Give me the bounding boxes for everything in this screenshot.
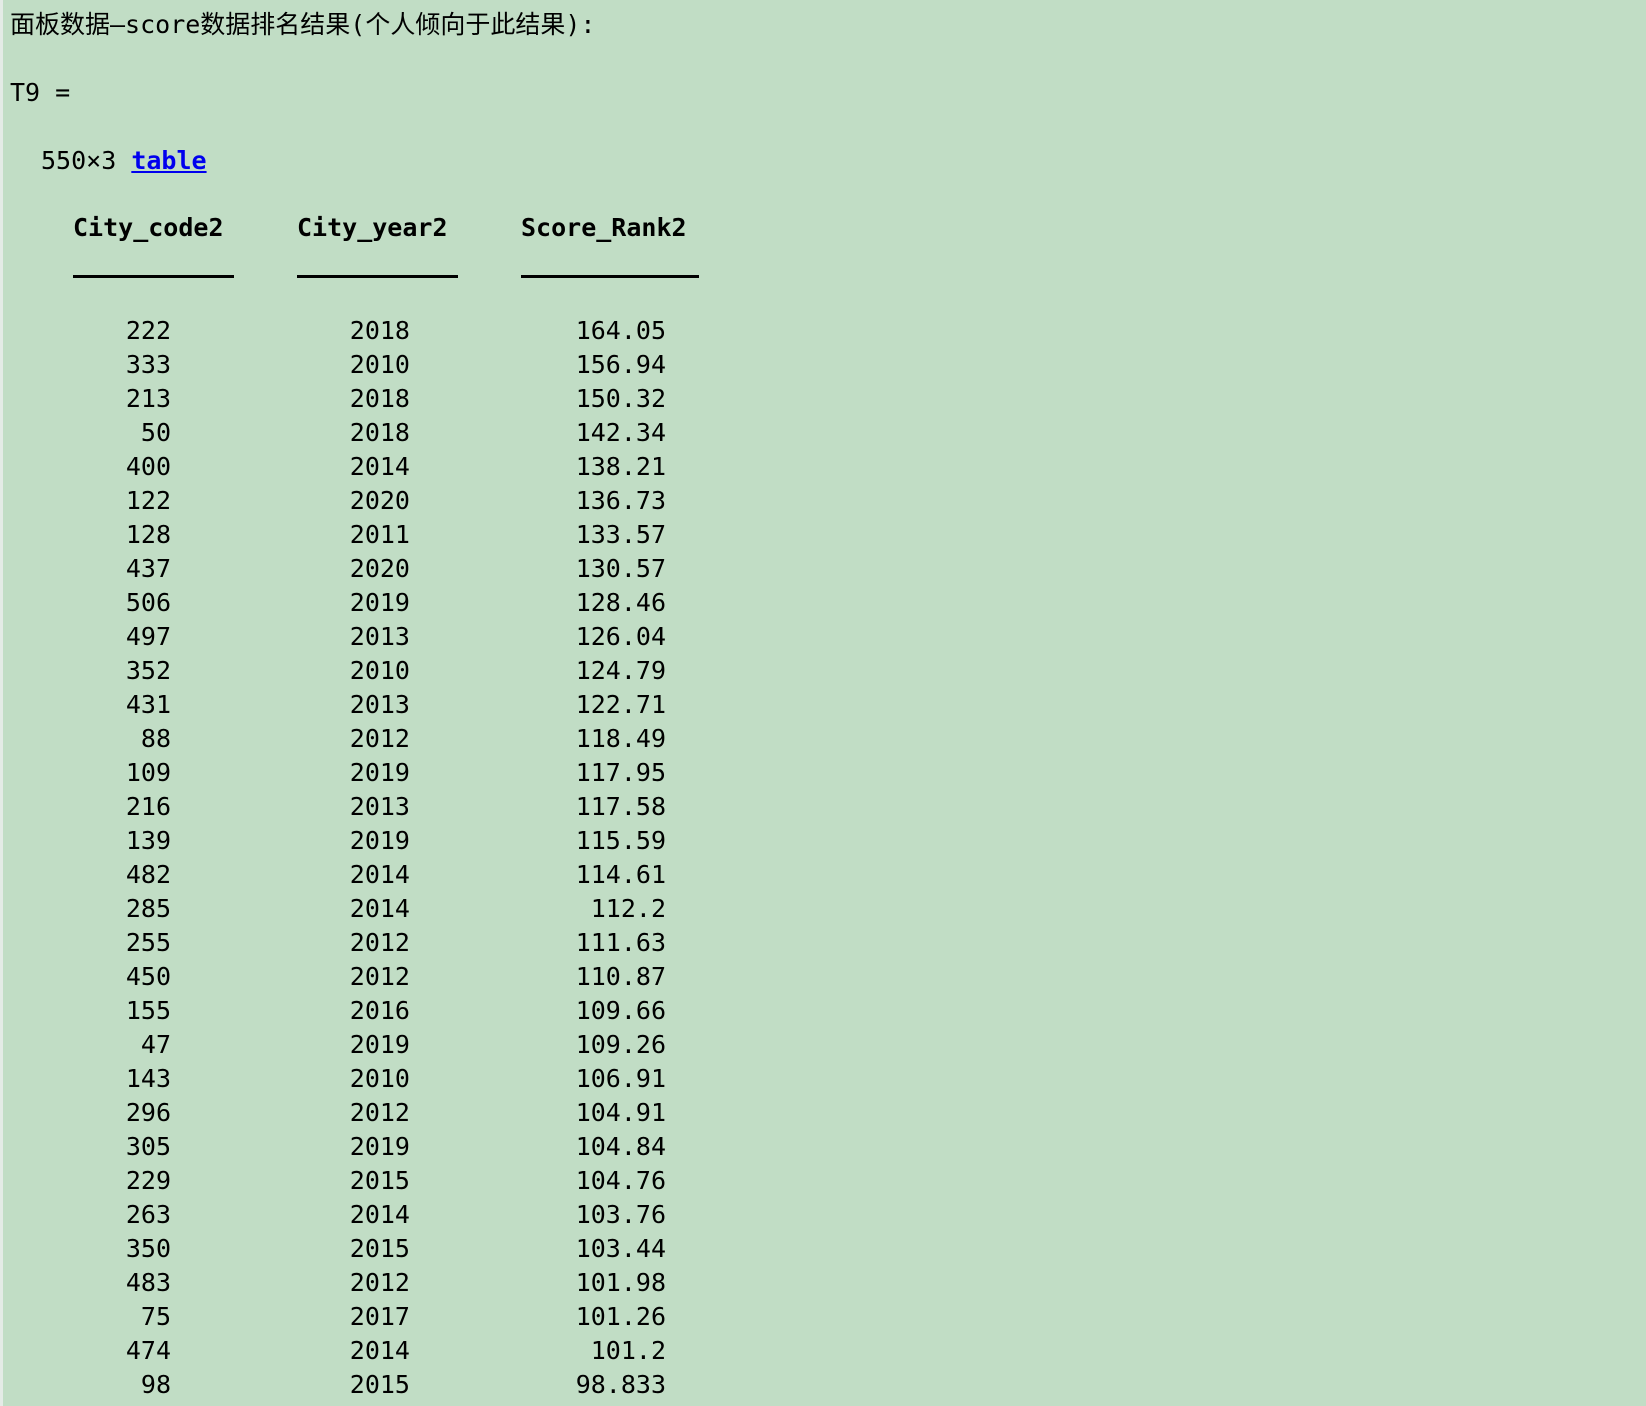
cell-score-rank: 103.76 [575, 1200, 666, 1229]
cell-score-rank: 103.44 [575, 1234, 666, 1263]
cell-score-rank: 104.76 [575, 1166, 666, 1195]
cell-score-rank: 138.21 [575, 452, 666, 481]
cell-score-rank: 124.79 [575, 656, 666, 685]
cell-score-rank: 133.57 [575, 520, 666, 549]
cell-score-rank: 122.71 [575, 690, 666, 719]
header-underline [521, 275, 699, 278]
cell-score-rank: 130.57 [575, 554, 666, 583]
header-underline [297, 275, 458, 278]
cell-score-rank: 126.04 [575, 622, 666, 651]
cell-score-rank: 104.91 [575, 1098, 666, 1127]
cell-score-rank: 101.98 [575, 1268, 666, 1297]
cell-score-rank: 111.63 [575, 928, 666, 957]
column-header-score-rank: Score_Rank2 [521, 213, 687, 242]
cell-score-rank: 117.95 [575, 758, 666, 787]
cell-score-rank: 115.59 [575, 826, 666, 855]
column-header-city-code: City_code2 [73, 213, 224, 242]
cell-score-rank: 156.94 [575, 350, 666, 379]
cell-score-rank: 98.833 [575, 1370, 666, 1399]
cell-score-rank: 112.2 [590, 894, 666, 923]
cell-score-rank: 118.49 [575, 724, 666, 753]
table-size: 550×3 table [41, 146, 207, 176]
cell-score-rank: 101.2 [590, 1336, 666, 1365]
cell-score-rank: 110.87 [575, 962, 666, 991]
header-underline [73, 275, 234, 278]
cell-score-rank: 114.61 [575, 860, 666, 889]
page-heading: 面板数据—score数据排名结果(个人倾向于此结果): [10, 10, 596, 39]
cell-score-rank: 117.58 [575, 792, 666, 821]
variable-assignment: T9 = [10, 78, 71, 107]
column-header-city-year: City_year2 [297, 213, 448, 242]
table-link[interactable]: table [131, 146, 206, 175]
cell-score-rank: 104.84 [575, 1132, 666, 1161]
cell-score-rank: 109.66 [575, 996, 666, 1025]
cell-score-rank: 109.26 [575, 1030, 666, 1059]
cell-score-rank: 164.05 [575, 316, 666, 345]
cell-score-rank: 128.46 [575, 588, 666, 617]
table-dimensions: 550×3 [41, 146, 132, 175]
cell-score-rank: 142.34 [575, 418, 666, 447]
cell-score-rank: 101.26 [575, 1302, 666, 1331]
cell-score-rank: 106.91 [575, 1064, 666, 1093]
cell-score-rank: 136.73 [575, 486, 666, 515]
cell-score-rank: 150.32 [575, 384, 666, 413]
